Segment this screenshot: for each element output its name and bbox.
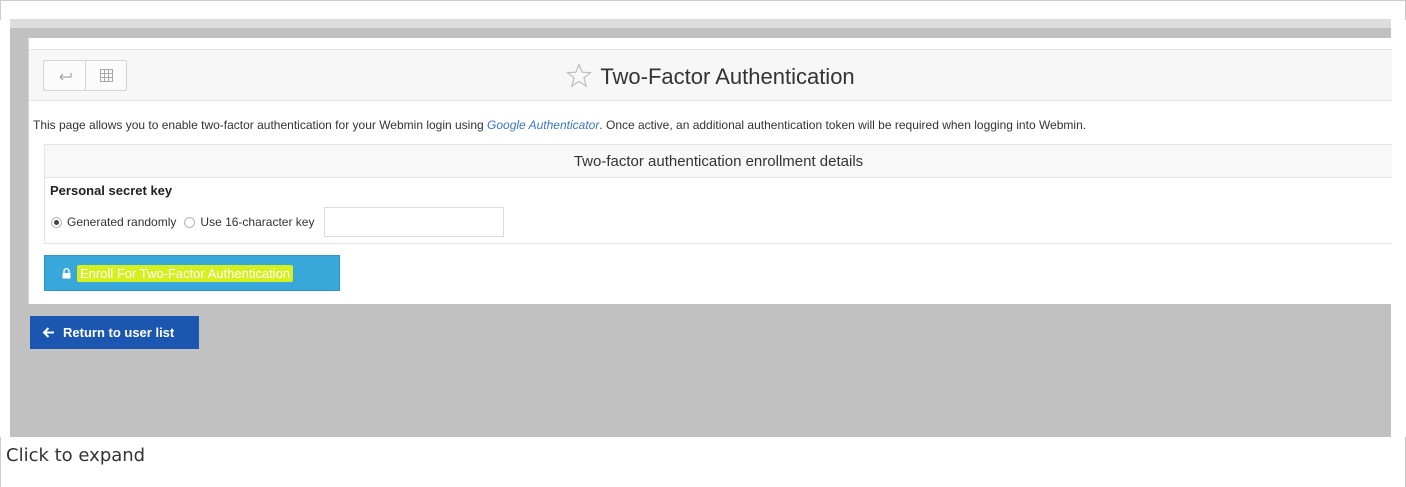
return-to-user-list-button[interactable]: Return to user list — [30, 316, 199, 349]
arrow-left-icon — [42, 327, 54, 338]
page-top-frame — [0, 0, 1406, 20]
description-text-before: This page allows you to enable two-facto… — [33, 118, 488, 132]
google-authenticator-link[interactable]: Google Authenticator — [487, 118, 599, 132]
radio-generated-randomly-label[interactable]: Generated randomly — [67, 215, 176, 229]
image-caption[interactable]: Click to expand — [0, 437, 1406, 487]
return-button-label: Return to user list — [63, 325, 175, 340]
page-header: Two-Factor Authentication — [29, 49, 1392, 101]
radio-use-16-character-key[interactable] — [184, 216, 196, 228]
page-title: Two-Factor Authentication — [600, 64, 855, 89]
enrollment-details-table: Two-factor authentication enrollment det… — [44, 144, 1392, 244]
star-outline-icon[interactable] — [566, 62, 593, 88]
description-text-after: . Once active, an additional authenticat… — [599, 118, 1087, 132]
enroll-button-label: Enroll For Two-Factor Authentication — [77, 264, 294, 282]
radio-generated-randomly[interactable] — [51, 216, 62, 228]
enroll-button[interactable]: Enroll For Two-Factor Authentication — [44, 255, 340, 291]
page-description: This page allows you to enable two-facto… — [33, 118, 1086, 132]
secret-key-label: Personal secret key — [50, 183, 173, 198]
page-title-wrap: Two-Factor Authentication — [29, 62, 1392, 90]
enrollment-heading: Two-factor authentication enrollment det… — [45, 145, 1392, 178]
click-to-expand-text[interactable]: Click to expand — [6, 445, 145, 466]
radio-use-16-character-key-label[interactable]: Use 16-character key — [200, 215, 314, 229]
secret-key-input[interactable] — [324, 207, 505, 237]
screenshot-frame: Two-Factor Authentication This page allo… — [10, 19, 1392, 437]
main-panel: Two-Factor Authentication This page allo… — [28, 38, 1392, 304]
lock-icon — [62, 267, 71, 278]
secret-key-options: Generated randomly Use 16-character key — [51, 207, 505, 237]
